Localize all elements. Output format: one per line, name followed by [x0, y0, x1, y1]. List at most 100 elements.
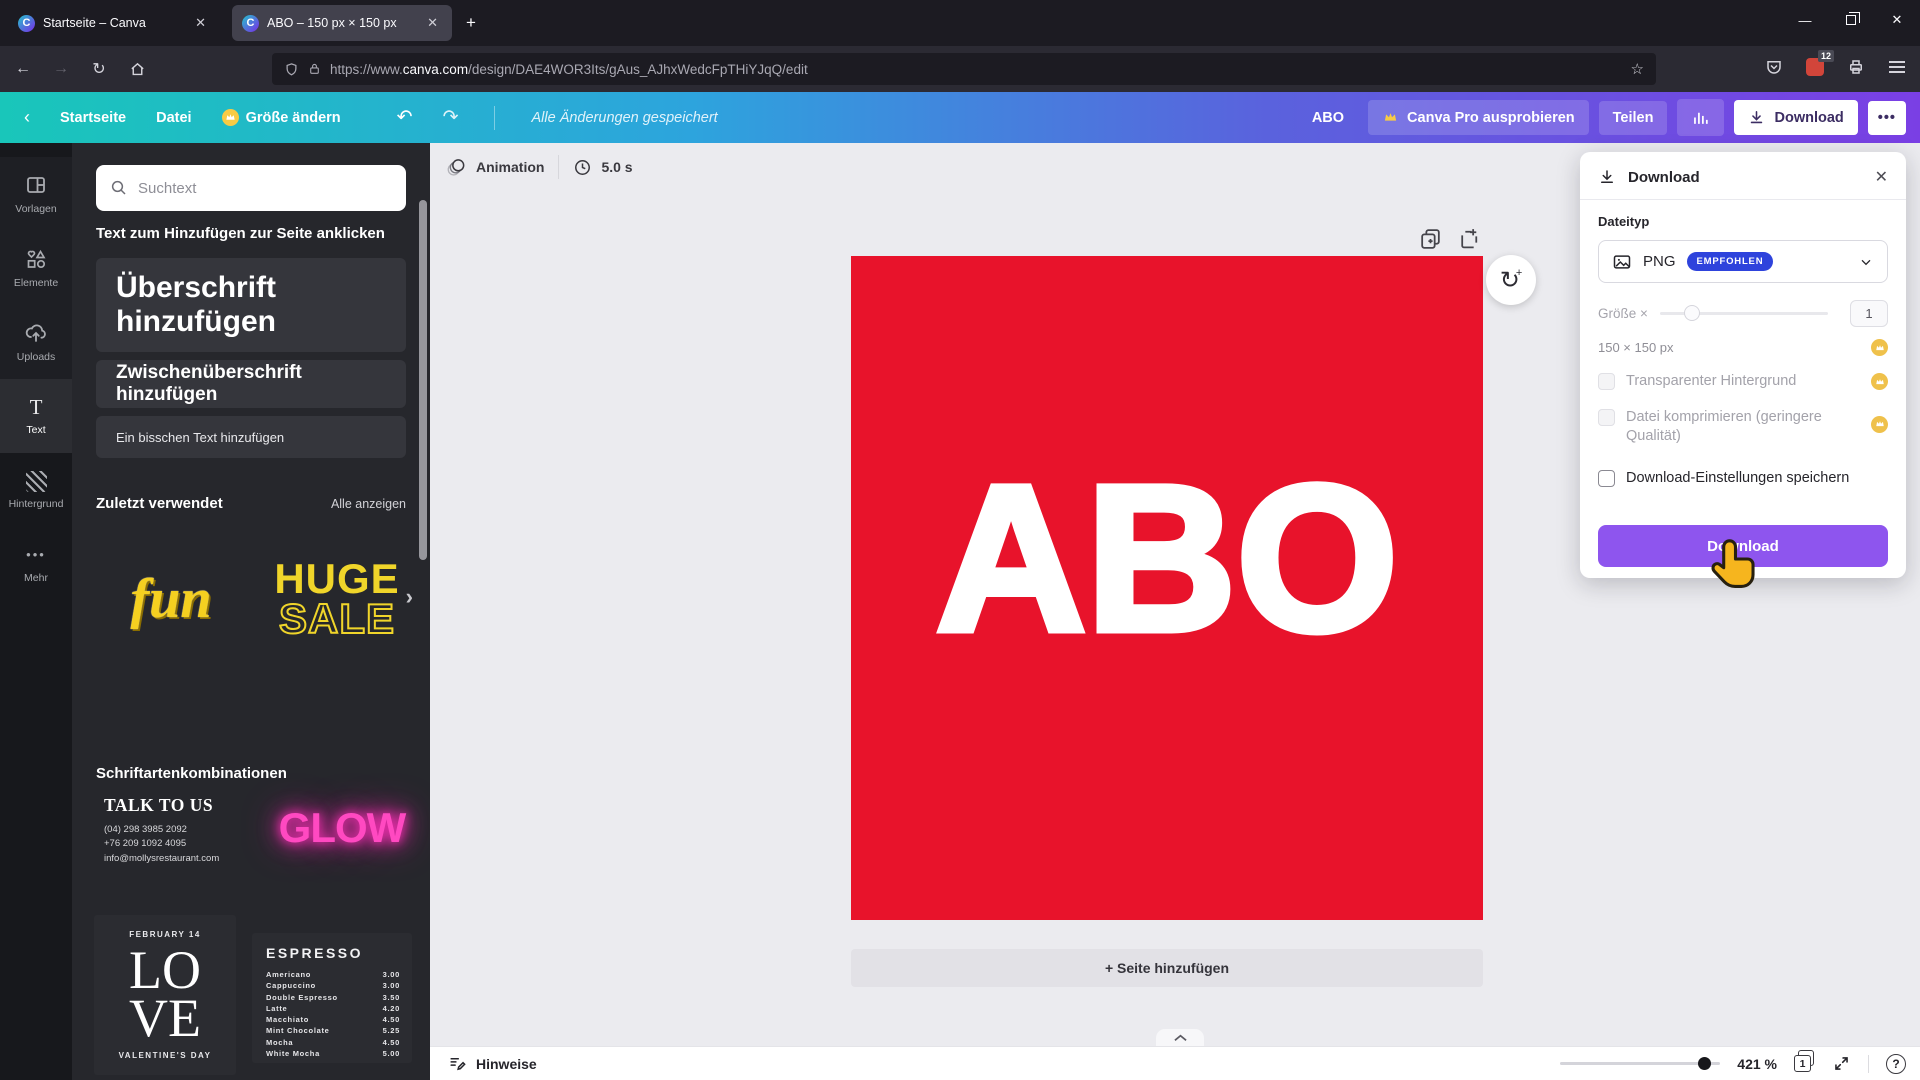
sidebar-item-mehr[interactable]: ••• Mehr — [0, 527, 72, 601]
more-dots-icon: ••• — [26, 547, 46, 562]
close-icon[interactable]: ✕ — [1875, 167, 1888, 187]
duplicate-page-icon[interactable] — [1418, 226, 1443, 251]
option-transparent[interactable]: Transparenter Hintergrund — [1598, 372, 1888, 392]
browser-action-icons: 12 — [1761, 50, 1910, 80]
search-input[interactable] — [138, 179, 392, 197]
notes-button[interactable]: Hinweise — [448, 1054, 537, 1073]
print-icon[interactable] — [1843, 54, 1869, 80]
browser-tab-bar: C Startseite – Canva ✕ C ABO – 150 px × … — [0, 0, 1920, 46]
add-page-icon[interactable] — [1457, 226, 1482, 251]
divider — [494, 105, 496, 130]
panel-hint: Text zum Hinzufügen zur Seite anklicken — [96, 225, 385, 242]
combo-espresso-card[interactable]: ESPRESSO Americano 3.00 Cappuccino 3.00 Do… — [252, 933, 412, 1063]
home-icon — [130, 62, 144, 75]
option-save-settings[interactable]: Download-Einstellungen speichern — [1598, 469, 1888, 489]
menu-hamburger-icon[interactable] — [1884, 54, 1910, 80]
tab-close-icon[interactable]: ✕ — [423, 13, 442, 33]
zoom-slider[interactable] — [1560, 1057, 1721, 1070]
design-title[interactable]: ABO — [1298, 101, 1358, 135]
option-compress[interactable]: Datei komprimieren (geringere Qualität) — [1598, 408, 1888, 447]
combo-talk-to-us[interactable]: TALK TO US (04) 298 3985 2092 +76 209 10… — [104, 795, 254, 866]
forward-button[interactable]: → — [46, 54, 76, 84]
hand-cursor-icon — [1711, 539, 1755, 588]
zoom-value[interactable]: 421 % — [1737, 1056, 1777, 1072]
show-all-link[interactable]: Alle anzeigen — [331, 497, 406, 511]
recent-style-huge-sale[interactable]: HUGE SALE › — [262, 541, 414, 657]
add-bodytext-card[interactable]: Ein bisschen Text hinzufügen — [96, 416, 406, 458]
bar-chart-icon — [1694, 112, 1709, 124]
minimize-button[interactable]: — — [1782, 0, 1828, 40]
scroll-right-icon[interactable]: › — [406, 586, 414, 608]
checkbox-save-settings[interactable] — [1598, 469, 1615, 487]
add-page-button[interactable]: + Seite hinzufügen — [851, 949, 1483, 987]
design-artboard[interactable]: ABO — [851, 256, 1483, 920]
tab-title: Startseite – Canva — [43, 16, 146, 30]
checkbox-compress[interactable] — [1598, 408, 1615, 426]
back-button[interactable]: ← — [8, 54, 38, 84]
magic-redesign-button[interactable]: ↻ + — [1486, 255, 1536, 305]
sidebar-item-label: Text — [26, 424, 46, 436]
timeline-collapse-button[interactable] — [1156, 1029, 1204, 1046]
undo-button[interactable]: ↶ — [397, 106, 413, 129]
duration-button[interactable]: 5.0 s — [573, 158, 633, 177]
menu-item: Latte 4.20 — [266, 1003, 400, 1013]
insights-button[interactable] — [1677, 99, 1725, 136]
size-input[interactable] — [1850, 300, 1888, 327]
resize-menu[interactable]: Größe ändern — [221, 109, 341, 126]
sidebar-item-text[interactable]: T Text — [0, 379, 72, 453]
sidebar-item-uploads[interactable]: Uploads — [0, 305, 72, 379]
zoom-slider-knob[interactable] — [1698, 1057, 1712, 1070]
extension-icon[interactable]: 12 — [1802, 50, 1834, 80]
redo-button[interactable]: ↷ — [443, 106, 459, 129]
filetype-label: Dateityp — [1598, 214, 1650, 229]
bookmark-star-icon[interactable]: ☆ — [1631, 60, 1644, 78]
home-link[interactable]: Startseite — [60, 110, 126, 126]
canvas-toolbar: Animation 5.0 s — [447, 155, 633, 179]
shield-icon[interactable] — [284, 62, 299, 77]
file-menu[interactable]: Datei — [156, 110, 191, 126]
recent-style-fun[interactable]: fun — [96, 543, 246, 655]
sidebar-item-elemente[interactable]: Elemente — [0, 231, 72, 305]
text-panel: Text zum Hinzufügen zur Seite anklicken … — [72, 143, 430, 1080]
fullscreen-icon[interactable] — [1832, 1054, 1851, 1073]
menu-item: Mocha 4.50 — [266, 1037, 400, 1047]
restore-button[interactable] — [1828, 0, 1874, 40]
sidebar-item-hintergrund[interactable]: Hintergrund — [0, 453, 72, 527]
pocket-icon[interactable] — [1761, 54, 1787, 80]
love-top-text: FEBRUARY 14 — [129, 930, 201, 940]
combo-love-card[interactable]: FEBRUARY 14 LO VE VALENTINE'S DAY — [94, 915, 236, 1075]
new-tab-button[interactable]: + — [466, 13, 476, 33]
page-count-button[interactable]: 1 — [1794, 1050, 1815, 1074]
search-box[interactable] — [96, 165, 406, 211]
filetype-select[interactable]: PNG EMPFOHLEN — [1598, 240, 1888, 283]
size-slider[interactable] — [1659, 305, 1828, 321]
back-chevron-icon[interactable]: ‹ — [24, 107, 30, 128]
url-bar[interactable]: https://www.canva.com/design/DAE4WOR3Its… — [272, 53, 1656, 85]
tab-design[interactable]: C ABO – 150 px × 150 px ✕ — [232, 5, 452, 41]
download-toolbar-button[interactable]: Download — [1734, 100, 1858, 135]
help-button[interactable]: ? — [1886, 1053, 1906, 1074]
sidebar-rail: Vorlagen Elemente Uploads T Text Hinterg… — [0, 143, 72, 1080]
more-options-button[interactable]: ••• — [1867, 100, 1906, 135]
panel-scrollbar[interactable] — [419, 200, 427, 560]
slider-knob[interactable] — [1683, 305, 1700, 321]
sidebar-item-vorlagen[interactable]: Vorlagen — [0, 157, 72, 231]
artwork-text[interactable]: ABO — [932, 439, 1401, 737]
close-button[interactable]: ✕ — [1874, 0, 1920, 40]
animation-button[interactable]: Animation — [447, 157, 544, 177]
tab-close-icon[interactable]: ✕ — [191, 13, 210, 33]
try-pro-button[interactable]: Canva Pro ausprobieren — [1368, 100, 1589, 135]
home-button[interactable] — [122, 54, 152, 84]
option-label: Download-Einstellungen speichern — [1626, 469, 1850, 486]
combo-glow[interactable]: GLOW — [272, 793, 412, 863]
share-button[interactable]: Teilen — [1598, 100, 1668, 135]
image-icon — [1613, 254, 1631, 269]
recent-title: Zuletzt verwendet — [96, 495, 223, 512]
crown-icon — [1382, 109, 1399, 126]
checkbox-transparent[interactable] — [1598, 373, 1615, 390]
tab-startseite[interactable]: C Startseite – Canva ✕ — [8, 5, 220, 41]
add-subheading-card[interactable]: Zwischenüberschrift hinzufügen — [96, 360, 406, 408]
uploads-icon — [25, 324, 46, 342]
reload-button[interactable]: ↻ — [84, 54, 114, 84]
add-heading-card[interactable]: Überschrift hinzufügen — [96, 258, 406, 352]
